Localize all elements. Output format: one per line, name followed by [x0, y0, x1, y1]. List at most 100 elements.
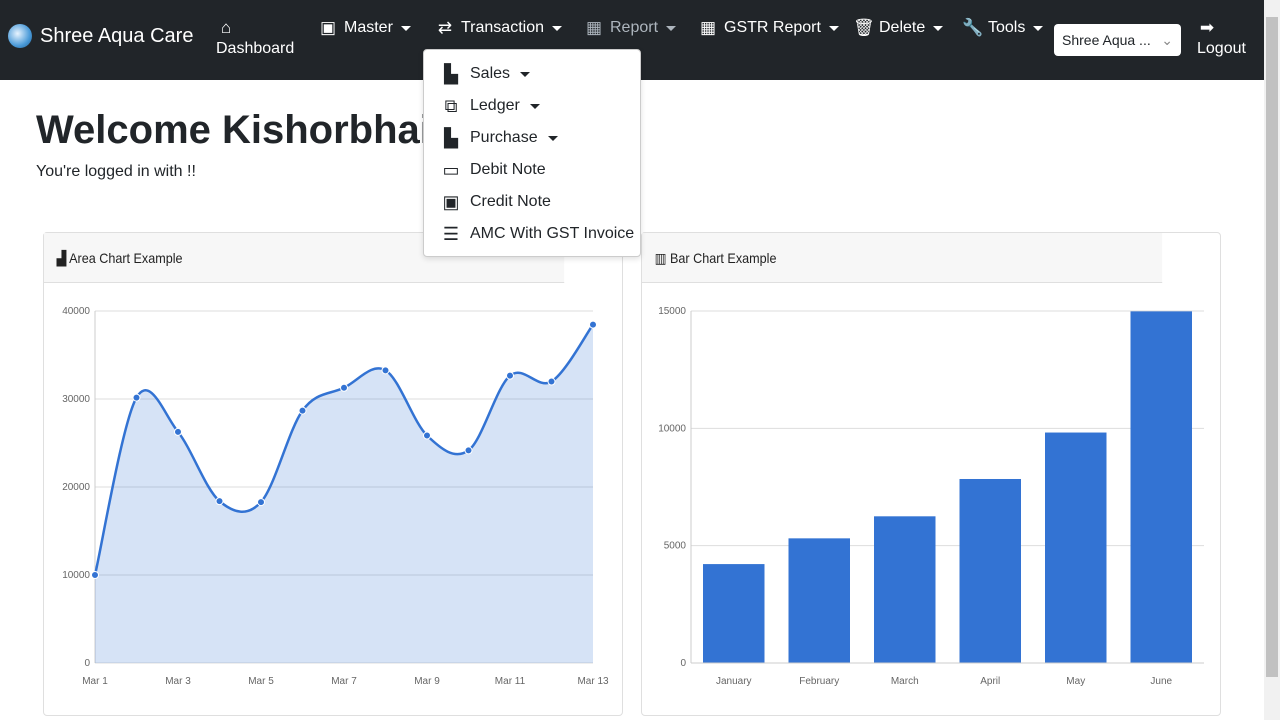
- nav-master[interactable]: ▣ Master: [318, 18, 411, 38]
- menu-item-sales[interactable]: ▙ Sales: [424, 58, 640, 90]
- menu-label: Debit Note: [470, 161, 546, 178]
- data-point: [132, 393, 141, 402]
- copy-icon: ⧉: [444, 95, 458, 116]
- area-chart: 0 10000 20000 30000 40000 Mar 1 Mar 3 Mar 5 Mar …: [62, 306, 609, 687]
- menu-label: Sales: [470, 65, 511, 82]
- nav-label: Transaction: [461, 19, 544, 36]
- logout-label: Logout: [1197, 40, 1246, 57]
- x-tick-label: April: [980, 676, 1000, 687]
- menu-item-debit-note[interactable]: ▭ Debit Note: [424, 154, 640, 186]
- x-tick-label: June: [1150, 676, 1172, 687]
- nav-label: Master: [344, 19, 393, 36]
- y-tick-label: 10000: [658, 423, 686, 434]
- y-tick-label: 40000: [62, 306, 90, 317]
- login-message: You're logged in with !!: [36, 163, 196, 180]
- caret-icon: [400, 25, 411, 31]
- data-point: [91, 571, 99, 579]
- nav-label: Dashboard: [216, 40, 295, 57]
- wrench-icon: 🔧: [962, 18, 984, 37]
- caret-icon: [520, 71, 531, 77]
- trash-icon: 🗑: [853, 18, 875, 37]
- bar: [874, 516, 936, 663]
- data-point: [215, 497, 224, 506]
- logout-button[interactable]: ➡ Logout: [1197, 18, 1246, 58]
- data-point: [340, 383, 348, 392]
- nav-tools[interactable]: 🔧 Tools: [962, 18, 1044, 38]
- data-point: [174, 427, 182, 436]
- home-icon: ⌂: [220, 18, 232, 37]
- bar: [1045, 432, 1107, 663]
- x-tick-label: Mar 5: [248, 676, 274, 687]
- data-point: [464, 446, 473, 455]
- y-tick-label: 20000: [62, 482, 90, 493]
- chevron-down-icon: ⌄: [1161, 32, 1173, 48]
- exchange-icon: ⇄: [437, 18, 453, 37]
- x-tick-label: February: [799, 676, 839, 687]
- y-tick-label: 5000: [664, 541, 687, 552]
- nav-dashboard[interactable]: ⌂ Dashboard: [216, 18, 294, 58]
- x-tick-label: Mar 3: [165, 676, 191, 687]
- nav-delete[interactable]: 🗑 Delete: [853, 18, 944, 38]
- file-icon: ▙: [444, 127, 458, 148]
- menu-item-ledger[interactable]: ⧉ Ledger: [424, 90, 640, 122]
- caret-icon: [547, 135, 558, 141]
- x-tick-label: May: [1066, 676, 1085, 687]
- x-tick-label: Mar 11: [495, 676, 526, 687]
- x-tick-label: Mar 1: [82, 676, 108, 687]
- company-select[interactable]: Shree Aqua ... ⌄: [1054, 24, 1181, 56]
- file-icon: ▙: [444, 63, 458, 84]
- nav-report[interactable]: ▦ Report: [584, 18, 677, 38]
- brand[interactable]: Shree Aqua Care: [8, 24, 193, 48]
- id-card-icon: ▣: [442, 191, 460, 212]
- bar: [788, 538, 850, 663]
- logo-icon: [8, 24, 32, 48]
- nav-transaction[interactable]: ⇄ Transaction: [435, 18, 562, 38]
- data-point: [506, 371, 514, 380]
- bar-chart: 0 5000 10000 15000 January February March April…: [658, 306, 1204, 687]
- y-tick-label: 15000: [658, 306, 686, 317]
- table-icon: ▦: [699, 18, 717, 37]
- y-tick-label: 0: [84, 658, 90, 669]
- sign-out-icon: ➡: [1199, 18, 1215, 37]
- caret-icon: [552, 25, 562, 31]
- y-tick-label: 0: [680, 658, 686, 669]
- data-point: [298, 406, 307, 415]
- menu-label: Credit Note: [470, 193, 551, 210]
- data-point: [257, 498, 265, 507]
- caret-icon: [529, 103, 540, 109]
- nav-label: Report: [610, 19, 659, 36]
- x-tick-label: January: [716, 676, 752, 687]
- card-title: Area Chart Example: [69, 250, 183, 266]
- nav-gstr-report[interactable]: ▦ GSTR Report: [698, 18, 839, 38]
- scrollbar-thumb[interactable]: [1266, 17, 1278, 677]
- nav-label: GSTR Report: [724, 19, 821, 36]
- caret-icon: [828, 25, 839, 31]
- page-title: Welcome Kishorbhai T: [36, 108, 467, 152]
- nav-label: Delete: [879, 19, 926, 36]
- x-tick-label: Mar 9: [414, 676, 440, 687]
- company-select-value: Shree Aqua ...: [1062, 32, 1151, 48]
- area-chart-card: ▟ Area Chart Example 0 10000 20000 30000 400…: [43, 232, 623, 716]
- bar: [703, 564, 765, 663]
- caret-icon: [1033, 25, 1044, 31]
- scrollbar[interactable]: [1264, 0, 1280, 720]
- bar: [1130, 311, 1192, 663]
- menu-item-purchase[interactable]: ▙ Purchase: [424, 122, 640, 154]
- menu-item-amc-gst-invoice[interactable]: ☰ AMC With GST Invoice: [424, 218, 640, 250]
- menu-item-credit-note[interactable]: ▣ Credit Note: [424, 186, 640, 218]
- menu-label: AMC With GST Invoice: [470, 225, 635, 242]
- bars-icon: ☰: [442, 223, 460, 244]
- x-tick-label: Mar 7: [331, 676, 357, 687]
- data-point: [423, 431, 431, 440]
- data-point: [381, 366, 390, 375]
- x-tick-label: Mar 13: [577, 676, 609, 687]
- menu-label: Purchase: [470, 129, 538, 146]
- address-book-icon: ▣: [319, 18, 337, 37]
- menu-label: Ledger: [470, 97, 520, 114]
- bar-chart-icon: ▥: [654, 250, 671, 266]
- brand-name: Shree Aqua Care: [40, 24, 194, 47]
- x-tick-label: March: [891, 676, 919, 687]
- credit-card-icon: ▭: [442, 159, 460, 180]
- caret-icon: [933, 25, 944, 31]
- table-icon: ▦: [585, 18, 603, 37]
